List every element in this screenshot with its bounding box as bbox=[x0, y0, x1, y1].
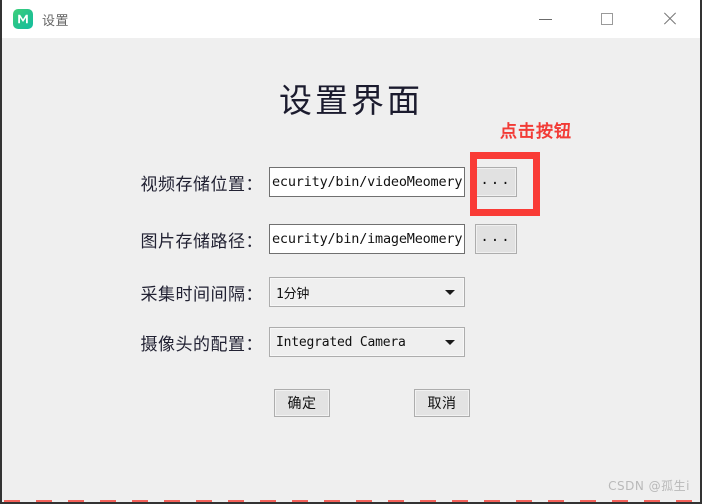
window-title: 设置 bbox=[42, 13, 70, 29]
close-button[interactable] bbox=[638, 0, 700, 38]
select-camera-config[interactable]: Integrated Camera bbox=[269, 327, 465, 357]
select-value-capture-interval: 1分钟 bbox=[276, 286, 310, 302]
input-image-storage[interactable]: ecurity/bin/imageMeomery bbox=[269, 224, 465, 254]
watermark-text: CSDN @孤生i bbox=[608, 479, 690, 493]
label-video-storage: 视频存储位置： bbox=[140, 174, 263, 194]
settings-window: 设置 设置界面 点击按钮 视频存储位置： ecurity/bin/videoMe… bbox=[0, 0, 702, 504]
chevron-down-icon bbox=[445, 290, 455, 295]
close-icon bbox=[662, 12, 676, 26]
form-row-camera-config: 摄像头的配置： Integrated Camera bbox=[139, 327, 465, 357]
settings-form: 视频存储位置： ecurity/bin/videoMeomery ... 图片存… bbox=[2, 38, 700, 502]
browse-button-video-storage[interactable]: ... bbox=[475, 167, 517, 197]
form-row-capture-interval: 采集时间间隔： 1分钟 bbox=[139, 277, 465, 307]
confirm-button[interactable]: 确定 bbox=[274, 389, 330, 417]
maximize-button[interactable] bbox=[576, 0, 638, 38]
window-controls bbox=[514, 0, 700, 38]
window-titlebar: 设置 bbox=[2, 0, 700, 38]
label-image-storage: 图片存储路径： bbox=[140, 231, 263, 251]
app-logo-icon bbox=[13, 9, 33, 29]
chevron-down-icon bbox=[445, 340, 455, 345]
form-row-image-storage: 图片存储路径： ecurity/bin/imageMeomery ... bbox=[139, 224, 517, 254]
label-capture-interval: 采集时间间隔： bbox=[140, 284, 263, 304]
select-value-camera-config: Integrated Camera bbox=[276, 334, 406, 350]
label-camera-config: 摄像头的配置： bbox=[140, 334, 263, 354]
browse-button-image-storage[interactable]: ... bbox=[475, 224, 517, 254]
select-capture-interval[interactable]: 1分钟 bbox=[269, 277, 465, 307]
minimize-icon bbox=[538, 18, 552, 20]
maximize-icon bbox=[601, 13, 613, 25]
input-video-storage[interactable]: ecurity/bin/videoMeomery bbox=[269, 167, 465, 197]
bottom-dashed-line bbox=[4, 500, 698, 502]
minimize-button[interactable] bbox=[514, 0, 576, 38]
form-row-video-storage: 视频存储位置： ecurity/bin/videoMeomery ... bbox=[139, 167, 517, 197]
settings-content: 设置界面 点击按钮 视频存储位置： ecurity/bin/videoMeome… bbox=[2, 38, 700, 502]
cancel-button[interactable]: 取消 bbox=[414, 389, 470, 417]
